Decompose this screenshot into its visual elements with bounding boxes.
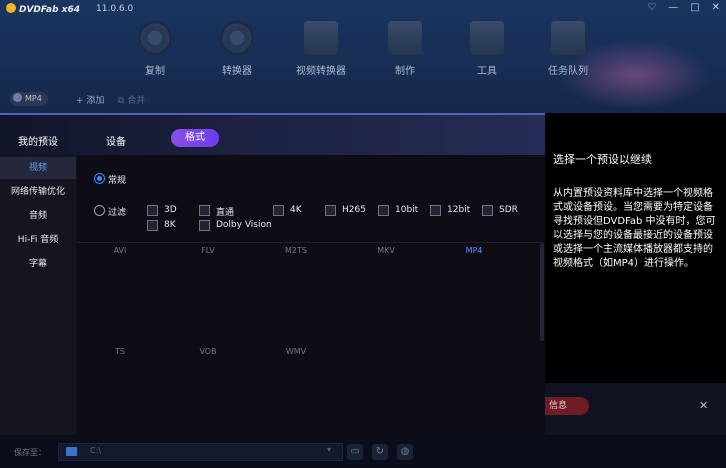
add-button[interactable]: + 添加 bbox=[76, 93, 104, 106]
profile-selector[interactable]: MP4 bbox=[10, 92, 48, 106]
minimize-button[interactable]: — bbox=[668, 2, 678, 13]
refresh-icon[interactable]: ↻ bbox=[372, 444, 388, 460]
sidebar-item-hifi-audio[interactable]: Hi-Fi 音频 bbox=[0, 229, 76, 251]
sidebar-item-audio[interactable]: 音频 bbox=[0, 205, 76, 227]
info-body: 从内置预设资料库中选择一个视频格式或设备预设。当您需要为特定设备寻找预设但DVD… bbox=[553, 188, 716, 269]
nav-task-queue[interactable]: 任务队列 bbox=[533, 18, 603, 77]
filter-10bit-checkbox[interactable] bbox=[378, 205, 389, 216]
filter-h265-checkbox[interactable] bbox=[325, 205, 336, 216]
app-name: DVDFab x64 bbox=[19, 5, 81, 15]
nav-creator-label: 制作 bbox=[395, 66, 415, 77]
nav-copy-label: 复制 bbox=[145, 66, 165, 77]
nav-ripper-label: 转换器 bbox=[222, 66, 252, 77]
category-sidebar: 视频 网络传输优化 音频 Hi-Fi 音频 字幕 bbox=[0, 155, 76, 435]
info-button[interactable]: 信息 bbox=[545, 397, 589, 415]
dialog-tab-bar: 我的预设 设备 格式 bbox=[0, 113, 545, 157]
close-window-button[interactable]: ✕ bbox=[712, 2, 720, 13]
top-nav: 复制 转换器 视频转换器 制作 工具 任务队列 bbox=[130, 18, 610, 80]
info-footer: 信息 ✕ bbox=[545, 383, 726, 435]
title-bar: DVDFab x64 11.0.6.0 ♡ — □ ✕ bbox=[0, 0, 726, 18]
info-title: 选择一个预设以继续 bbox=[553, 153, 652, 166]
folder-open-icon[interactable]: ▭ bbox=[347, 444, 363, 460]
nav-copy[interactable]: 复制 bbox=[120, 18, 190, 77]
tab-device[interactable]: 设备 bbox=[106, 133, 126, 148]
format-m2ts[interactable]: M2TS bbox=[253, 246, 339, 255]
favorite-icon[interactable]: ♡ bbox=[647, 2, 656, 13]
nav-task-queue-label: 任务队列 bbox=[548, 66, 588, 77]
nav-ripper[interactable]: 转换器 bbox=[202, 18, 272, 77]
format-vob[interactable]: VOB bbox=[165, 347, 251, 356]
filter-passthrough-label: 直通 bbox=[216, 208, 235, 218]
save-to-label: 保存至： bbox=[14, 448, 46, 457]
merge-button[interactable]: ⧉ 合并 bbox=[118, 93, 145, 106]
maximize-button[interactable]: □ bbox=[690, 2, 699, 13]
format-grid: AVI FLV M2TS MKV MP4 TS VOB WMV bbox=[77, 243, 545, 435]
nav-tools-label: 工具 bbox=[477, 66, 497, 77]
filter-8k-checkbox[interactable] bbox=[147, 220, 158, 231]
filter-label: 过滤 bbox=[108, 208, 127, 218]
filter-12bit-label: 12bit bbox=[447, 205, 471, 215]
format-scrollbar[interactable] bbox=[540, 243, 544, 341]
output-path-field[interactable]: C:\ ▾ bbox=[58, 443, 343, 461]
filter-4k-label: 4K bbox=[290, 205, 302, 215]
filter-8k-label: 8K bbox=[164, 220, 176, 230]
filter-sdr-label: SDR bbox=[499, 205, 518, 215]
format-mkv[interactable]: MKV bbox=[343, 246, 429, 255]
app-logo: DVDFab x64 bbox=[6, 3, 80, 15]
film-create-icon bbox=[388, 21, 422, 55]
profile-dialog: 我的预设 设备 格式 视频 网络传输优化 音频 Hi-Fi 音频 字幕 常规 过… bbox=[0, 113, 545, 435]
filter-12bit-checkbox[interactable] bbox=[430, 205, 441, 216]
sidebar-item-subtitle[interactable]: 字幕 bbox=[0, 253, 76, 275]
profile-bar: MP4 + 添加 ⧉ 合并 bbox=[0, 90, 726, 110]
disc-copy-icon bbox=[138, 21, 172, 55]
play-icon bbox=[13, 93, 22, 102]
nav-tools[interactable]: 工具 bbox=[452, 18, 522, 77]
common-label: 常规 bbox=[108, 176, 127, 186]
window-controls: ♡ — □ ✕ bbox=[647, 2, 720, 13]
tab-my-presets[interactable]: 我的预设 bbox=[18, 133, 58, 148]
format-avi[interactable]: AVI bbox=[77, 246, 163, 255]
merge-label: 合并 bbox=[127, 96, 146, 106]
filter-radio[interactable] bbox=[94, 205, 105, 216]
app-version: 11.0.6.0 bbox=[96, 4, 134, 14]
filter-3d-label: 3D bbox=[164, 205, 177, 215]
common-radio[interactable] bbox=[94, 173, 105, 184]
format-wmv[interactable]: WMV bbox=[253, 347, 339, 356]
nav-creator[interactable]: 制作 bbox=[370, 18, 440, 77]
nav-video-converter-label: 视频转换器 bbox=[296, 66, 346, 77]
format-ts[interactable]: TS bbox=[77, 347, 163, 356]
output-path: C:\ bbox=[90, 446, 101, 455]
filter-4k-checkbox[interactable] bbox=[273, 205, 284, 216]
dvdfab-logo-icon bbox=[6, 3, 16, 13]
globe-icon[interactable]: ◍ bbox=[397, 444, 413, 460]
format-flv[interactable]: FLV bbox=[165, 246, 251, 255]
filter-passthrough-checkbox[interactable] bbox=[199, 205, 210, 216]
sidebar-item-web-optimized[interactable]: 网络传输优化 bbox=[0, 181, 76, 203]
format-mp4[interactable]: MP4 bbox=[431, 246, 517, 255]
tab-format[interactable]: 格式 bbox=[171, 129, 219, 147]
profile-label: MP4 bbox=[25, 94, 42, 103]
nav-video-converter[interactable]: 视频转换器 bbox=[286, 18, 356, 77]
filter-dolby-vision-label: Dolby Vision bbox=[216, 220, 272, 230]
filter-3d-checkbox[interactable] bbox=[147, 205, 158, 216]
chevron-down-icon[interactable]: ▾ bbox=[327, 445, 331, 454]
filter-h265-label: H265 bbox=[342, 205, 366, 215]
info-panel: 选择一个预设以继续 从内置预设资料库中选择一个视频格式或设备预设。当您需要为特定… bbox=[545, 113, 726, 383]
sidebar-item-video[interactable]: 视频 bbox=[0, 157, 76, 179]
format-content: 常规 过滤 3D 直通 4K H265 10bit 12bit SDR 8K D… bbox=[77, 155, 545, 435]
close-icon[interactable]: ✕ bbox=[699, 399, 708, 412]
filter-10bit-label: 10bit bbox=[395, 205, 419, 215]
disc-convert-icon bbox=[220, 21, 254, 55]
toolbox-icon bbox=[470, 21, 504, 55]
add-label: 添加 bbox=[86, 96, 105, 106]
filter-sdr-checkbox[interactable] bbox=[482, 205, 493, 216]
queue-icon bbox=[551, 21, 585, 55]
filter-dolby-vision-checkbox[interactable] bbox=[199, 220, 210, 231]
film-convert-icon bbox=[304, 21, 338, 55]
save-bar: 保存至： C:\ ▾ ▭ ↻ ◍ bbox=[0, 435, 726, 468]
folder-icon bbox=[66, 447, 77, 456]
